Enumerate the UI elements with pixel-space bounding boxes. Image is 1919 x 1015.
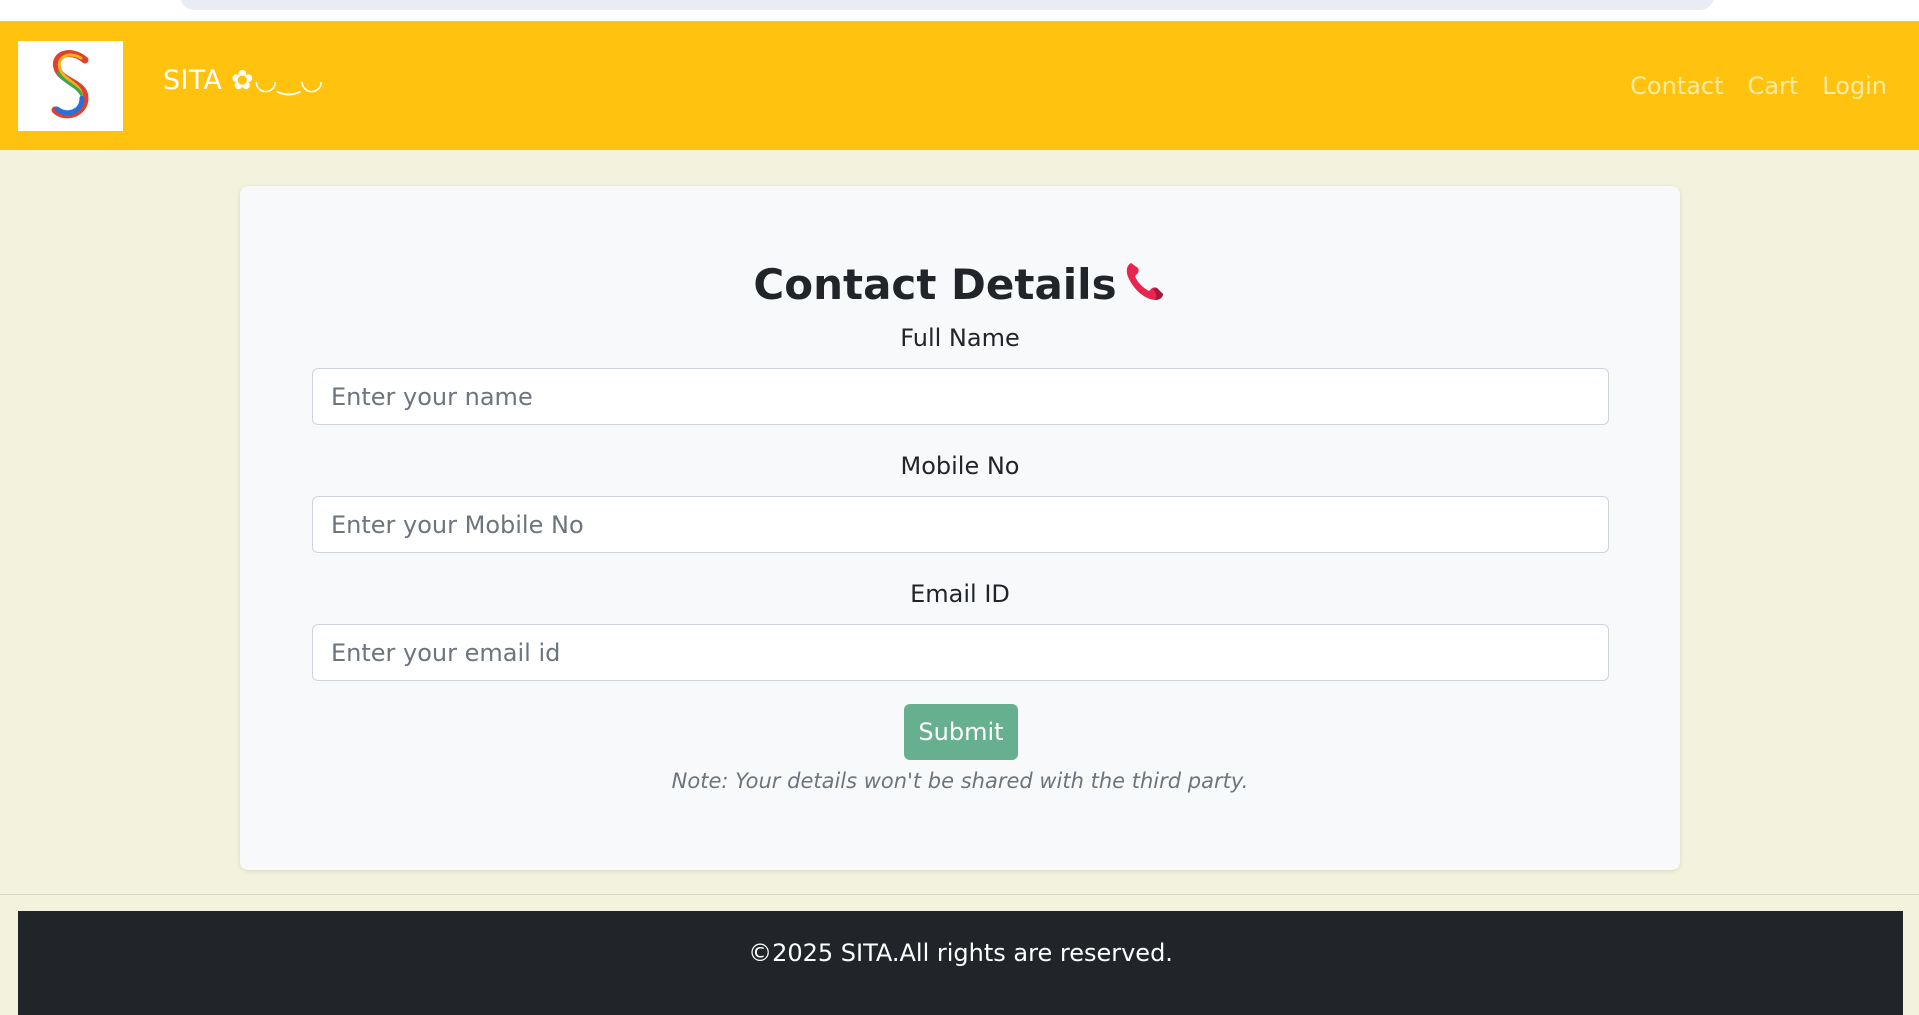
logo[interactable] (18, 41, 123, 131)
mobile-no-label: Mobile No (900, 452, 1020, 480)
full-name-input[interactable] (312, 368, 1609, 425)
address-bar[interactable] (180, 0, 1714, 10)
footer: ©2025 SITA.All rights are reserved. (18, 911, 1903, 1015)
footer-divider (0, 894, 1919, 895)
email-id-label: Email ID (910, 580, 1010, 608)
full-name-label: Full Name (900, 324, 1020, 352)
brand-name[interactable]: SITA ✿◡‿◡ (163, 65, 324, 96)
nav-links: Contact Cart Login (1630, 72, 1887, 100)
nav-link-contact[interactable]: Contact (1630, 72, 1723, 100)
mobile-no-input[interactable] (312, 496, 1609, 553)
nav-link-cart[interactable]: Cart (1748, 72, 1799, 100)
contact-card: Contact Details Full Name Mobile No Emai… (240, 186, 1680, 870)
nav-link-login[interactable]: Login (1822, 72, 1887, 100)
email-id-input[interactable] (312, 624, 1609, 681)
telephone-receiver-icon (1126, 263, 1163, 300)
page-title: Contact Details (240, 259, 1680, 309)
page-title-text: Contact Details (753, 260, 1117, 309)
submit-button[interactable]: Submit (904, 704, 1018, 760)
s-logo-icon (51, 50, 89, 119)
copyright-text: ©2025 SITA.All rights are reserved. (748, 939, 1173, 967)
browser-chrome (0, 0, 1919, 21)
navbar: SITA ✿◡‿◡ Contact Cart Login (0, 21, 1919, 150)
privacy-note: Note: Your details won't be shared with … (671, 769, 1249, 793)
